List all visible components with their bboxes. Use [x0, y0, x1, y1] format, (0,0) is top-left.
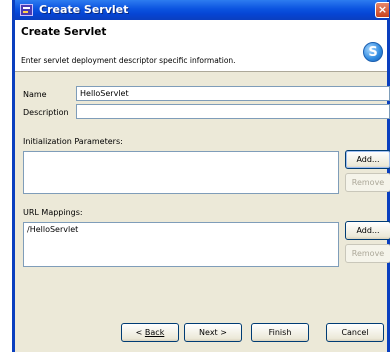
- finish-button[interactable]: Finish: [251, 323, 309, 342]
- url-mappings-label: URL Mappings:: [23, 208, 83, 217]
- url-mappings-add-button[interactable]: Add...: [345, 221, 390, 240]
- app-icon: [20, 4, 33, 16]
- init-params-add-button[interactable]: Add...: [345, 150, 390, 169]
- name-field[interactable]: HelloServlet: [76, 86, 390, 101]
- init-params-list[interactable]: [23, 151, 339, 194]
- url-mappings-list[interactable]: /HelloServlet: [23, 222, 339, 267]
- servlet-wizard-icon: S: [363, 42, 383, 62]
- cancel-button[interactable]: Cancel: [326, 323, 384, 342]
- page-description: Enter servlet deployment descriptor spec…: [21, 56, 236, 65]
- init-params-label: Initialization Parameters:: [23, 137, 123, 146]
- url-mappings-remove-button[interactable]: Remove: [345, 244, 390, 263]
- init-params-remove-button[interactable]: Remove: [345, 173, 390, 192]
- name-label: Name: [23, 90, 47, 99]
- create-servlet-dialog: Create Servlet × Create Servlet Enter se…: [12, 0, 390, 352]
- next-button[interactable]: Next >: [184, 323, 242, 342]
- close-icon[interactable]: ×: [375, 2, 389, 18]
- description-field[interactable]: [76, 104, 390, 119]
- description-label: Description: [23, 108, 69, 117]
- wizard-header: Create Servlet Enter servlet deployment …: [15, 20, 387, 72]
- page-title: Create Servlet: [21, 26, 107, 38]
- list-item[interactable]: /HelloServlet: [27, 225, 335, 234]
- back-label: Back: [144, 328, 165, 337]
- back-button[interactable]: < Back: [121, 323, 179, 342]
- window-title: Create Servlet: [39, 3, 129, 16]
- title-bar[interactable]: Create Servlet ×: [15, 0, 389, 20]
